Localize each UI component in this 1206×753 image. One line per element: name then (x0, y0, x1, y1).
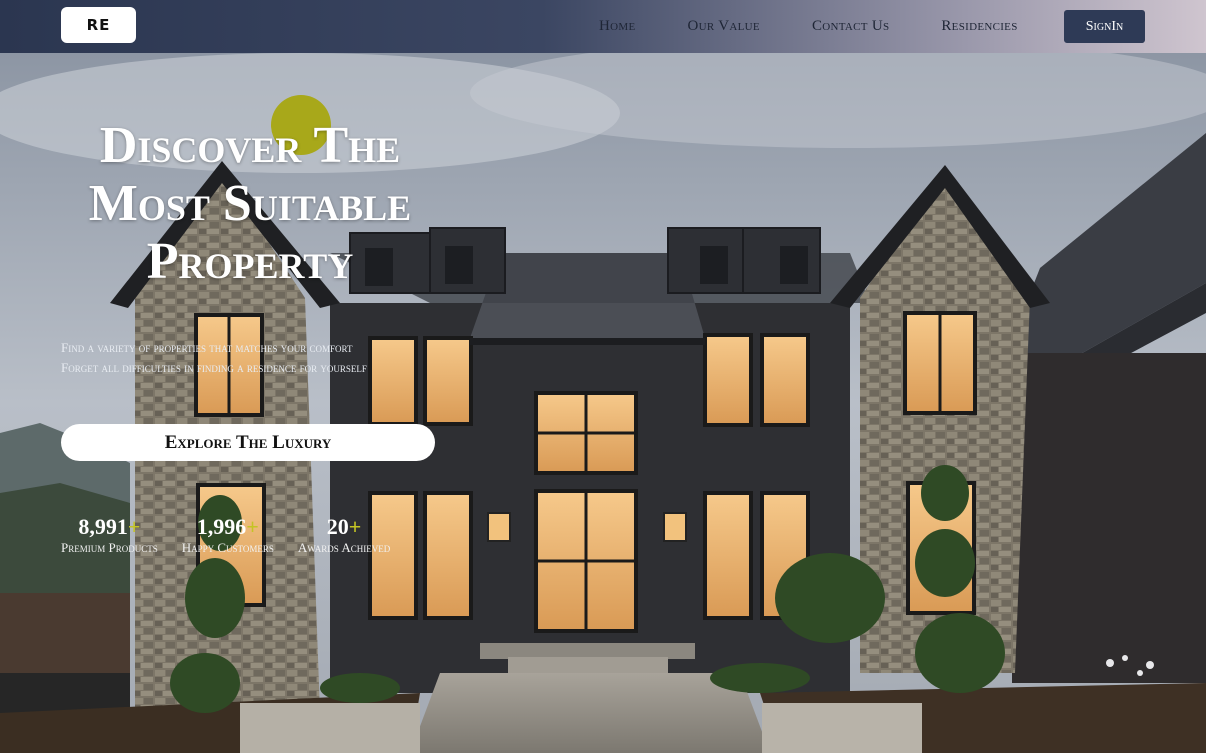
stat-premium-products: 8,991+ Premium Products (61, 514, 158, 556)
site-logo[interactable]: RE (61, 7, 136, 43)
signin-button[interactable]: SignIn (1064, 10, 1145, 43)
headline-line-3: Property (146, 233, 354, 290)
stat-awards-achieved: 20+ Awards Achieved (298, 514, 390, 556)
explore-luxury-button[interactable]: Explore The Luxury (61, 424, 435, 461)
nav-link-our-value[interactable]: Our Value (687, 18, 759, 35)
stat-label: Premium Products (61, 540, 158, 555)
stat-number: 1,996+ (196, 514, 259, 539)
stat-happy-customers: 1,996+ Happy Customers (182, 514, 274, 556)
nav-link-home[interactable]: Home (599, 18, 635, 35)
stat-label: Happy Customers (181, 540, 274, 555)
hero-subtext: Find a variety of properties that matche… (61, 338, 461, 378)
nav-links: Home Our Value Contact Us Residencies (599, 0, 1070, 53)
nav-link-residencies[interactable]: Residencies (941, 18, 1017, 35)
headline-line-2: Most Suitable (88, 175, 412, 232)
subtext-line-2: Forget all difficulties in finding a res… (61, 360, 367, 375)
hero-headline: Discover The Most Suitable Property (40, 117, 460, 291)
stat-number: 8,991+ (78, 514, 141, 539)
stat-label: Awards Achieved (297, 540, 391, 555)
nav-link-contact-us[interactable]: Contact Us (812, 18, 889, 35)
top-navbar: RE Home Our Value Contact Us Residencies… (0, 0, 1206, 53)
stats-row: 8,991+ Premium Products 1,996+ Happy Cus… (61, 514, 414, 556)
subtext-line-1: Find a variety of properties that matche… (61, 340, 353, 355)
headline-line-1: Discover The (99, 117, 401, 174)
stat-number: 20+ (326, 514, 362, 539)
